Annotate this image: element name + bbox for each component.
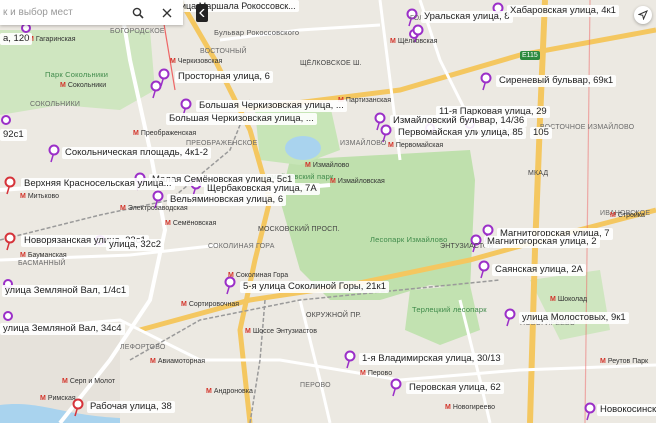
pin-label-sayanskaya[interactable]: Саянская улица, 2А: [492, 264, 586, 276]
metro-sokolinaya-gora[interactable]: Соколиная Гора: [228, 272, 288, 279]
pin-label-novokosinskaya[interactable]: Новокосинская: [597, 404, 656, 416]
road-moskovsky: МОСКОВСКИЙ ПРОСП.: [258, 226, 340, 233]
metro-stroyka[interactable]: Стройка: [610, 212, 645, 219]
pin-label-sokolnicheskaya[interactable]: Сокольническая площадь, 4к1-2: [62, 147, 212, 159]
area-vostochny: ВОСТОЧНЫЙ: [200, 48, 247, 55]
metro-sortirovochnaya[interactable]: Сортировочная: [181, 301, 239, 308]
area-vost-izmailovo: ВОСТОЧНОЕ ИЗМАЙЛОВО: [540, 124, 635, 131]
metro-aviamotornaya[interactable]: Авиамоторная: [150, 358, 205, 365]
metro-semenovskaya[interactable]: Семёновская: [165, 220, 216, 227]
edge-label[interactable]: 92с1: [0, 129, 27, 141]
road-schelkovskoe: ЩЁЛКОВСКОЕ Ш.: [300, 60, 362, 67]
search-button[interactable]: [124, 0, 152, 25]
pin-label-sirenevy[interactable]: Сиреневый бульвар, 69к1: [496, 75, 617, 87]
edge-label[interactable]: улица, 85: [478, 127, 526, 139]
area-izmailovo: ИЗМАЙЛОВО: [340, 140, 387, 147]
pin-label-perovskaya[interactable]: Перовская улица, 62: [406, 382, 504, 394]
area-preobrazhenskoe: ПРЕОБРАЖЕНСКОЕ: [186, 140, 258, 147]
metro-novogireevo[interactable]: Новогиреево: [445, 404, 495, 411]
metro-gagarinskaya[interactable]: Гагаринская: [28, 36, 76, 43]
metro-shokolad[interactable]: Шоколад: [550, 296, 587, 303]
metro-cherkizovskaya[interactable]: Черкизовская: [170, 58, 223, 65]
metro-sokolniki[interactable]: Сокольники: [60, 82, 106, 89]
metro-izmailovskaya[interactable]: Измайловская: [330, 178, 385, 185]
pin-label-vladimirskaya[interactable]: 1-я Владимирская улица, 30/13: [359, 353, 504, 365]
locate-icon: [638, 10, 648, 20]
metro-serp[interactable]: Серп и Молот: [62, 378, 115, 385]
metro-elektrozavodskaya[interactable]: Электрозаводская: [120, 205, 188, 212]
road-mkad: МКАД: [528, 170, 549, 177]
area-basmanny: БАСМАННЫЙ: [18, 260, 66, 267]
area-bulvar-rokossovskogo: Бульвар Рокоссовского: [214, 28, 300, 37]
map-pin[interactable]: [1, 115, 11, 125]
chevron-left-icon: [199, 9, 205, 17]
road-badge: E115: [520, 51, 540, 60]
locate-button[interactable]: [634, 6, 652, 24]
metro-mitkovo[interactable]: Митьково: [20, 193, 59, 200]
metro-reutov[interactable]: Реутов Парк: [600, 358, 648, 365]
road-okruzhnoy: ОКРУЖНОЙ ПР.: [306, 312, 362, 319]
collapse-panel-button[interactable]: [196, 4, 208, 22]
search-input[interactable]: [0, 0, 125, 25]
pin-label-cherkizovskaya2[interactable]: Большая Черкизовская улица, ...: [166, 113, 317, 125]
edge-label[interactable]: улица Земляной Вал, 34с4: [0, 323, 125, 335]
area-bogorodskoe: БОГОРОДСКОЕ: [110, 28, 165, 35]
metro-shosse[interactable]: Шоссе Энтузиастов: [245, 328, 317, 335]
pin-label-verkhnyaya[interactable]: Верхняя Красносельская улица...: [21, 178, 175, 190]
close-icon: [162, 8, 172, 17]
edge-label[interactable]: а, 120: [0, 33, 33, 45]
edge-label[interactable]: улица, 32с2: [106, 239, 164, 251]
metro-andronovka[interactable]: Андроновка: [206, 388, 253, 395]
area-terletsky: Терлецкий лесопарк: [412, 305, 487, 314]
metro-shchelkovskaya[interactable]: Щёлковская: [390, 38, 438, 45]
metro-preobrazhenskaya[interactable]: Преображенская: [133, 130, 196, 137]
area-sokolinaya-gora: СОКОЛИНАЯ ГОРА: [208, 243, 275, 250]
edge-label[interactable]: 105: [530, 127, 552, 139]
pin-label-velyaminovskaya[interactable]: Вельяминовская улица, 6: [167, 194, 287, 206]
area-sokolniki: СОКОЛЬНИКИ: [30, 101, 81, 108]
edge-label[interactable]: улица Земляной Вал, 1/4с1: [2, 285, 130, 297]
search-bar: [0, 0, 183, 25]
area-lefortovo: ЛЕФОРТОВО: [120, 344, 166, 351]
pin-label-izmailovsky[interactable]: Измайловский бульвар, 14/36: [390, 115, 528, 127]
area-perovo: ПЕРОВО: [300, 382, 331, 389]
pin-label-khabarovskaya[interactable]: Хабаровская улица, 4к1: [507, 5, 619, 17]
metro-baumanskaya[interactable]: Бауманская: [20, 252, 67, 259]
clear-button[interactable]: [153, 0, 181, 25]
pin-label-yuzhnaya[interactable]: Уральская улица, 8: [421, 11, 513, 23]
metro-perovo[interactable]: Перово: [360, 370, 392, 377]
pin-label-magnitogorskaya2[interactable]: Магнитогорская улица, 2: [484, 236, 600, 248]
metro-rimskaya[interactable]: Римская: [40, 395, 76, 402]
map-pin[interactable]: [21, 23, 31, 33]
map-pin[interactable]: [3, 311, 13, 321]
pin-label-prostornaya[interactable]: Просторная улица, 6: [175, 71, 273, 83]
pin-label-cherkizovskaya[interactable]: Большая Черкизовская улица, ...: [196, 100, 347, 112]
area-sokolniki-park: Парк Сокольники: [45, 70, 109, 79]
pin-label-molostovykh[interactable]: улица Молостовых, 9к1: [519, 312, 629, 324]
pin-label-rabochaya[interactable]: Рабочая улица, 38: [87, 401, 175, 413]
metro-izmailovo[interactable]: Измайлово: [305, 162, 349, 169]
search-icon: [132, 7, 144, 19]
metro-pervomayskaya[interactable]: Первомайская: [388, 142, 443, 149]
pin-label-sokolinoy[interactable]: 5-я улица Соколиной Горы, 21к1: [240, 281, 389, 293]
area-lesopark: Лесопарк Измайлово: [370, 235, 448, 244]
